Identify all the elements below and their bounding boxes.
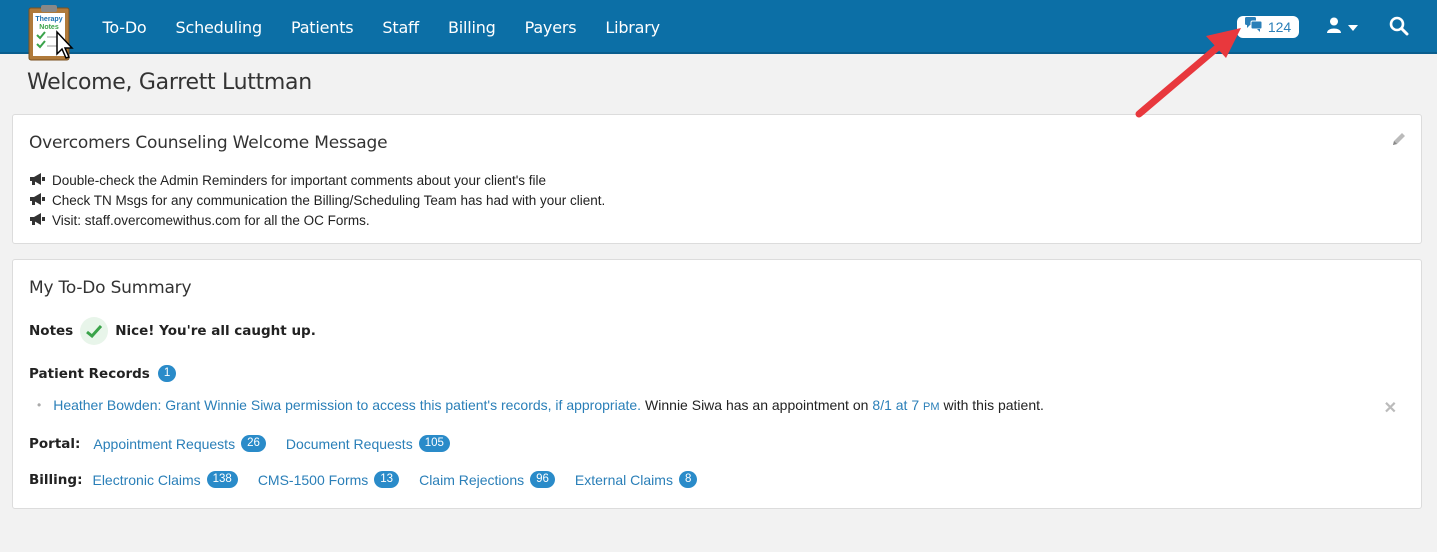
search-button[interactable]	[1389, 16, 1411, 38]
document-requests-count: 105	[418, 435, 450, 452]
nav-patients[interactable]: Patients	[276, 18, 367, 37]
nav-library[interactable]: Library	[591, 18, 675, 37]
patient-records-row: Patient Records 1	[29, 365, 177, 382]
appointment-date-link[interactable]: 8/1 at 7 PM	[872, 397, 939, 413]
welcome-card-title: Overcomers Counseling Welcome Message	[29, 133, 388, 153]
notes-row: Notes Nice! You're all caught up.	[29, 317, 316, 345]
cms-1500-forms-link[interactable]: CMS-1500 Forms	[258, 472, 368, 488]
todo-summary-card: My To-Do Summary Notes Nice! You're all …	[12, 259, 1422, 509]
messages-count: 124	[1267, 19, 1292, 35]
record-text: Winnie Siwa has an appointment on	[645, 397, 869, 413]
edit-button[interactable]	[1391, 131, 1407, 147]
megaphone-icon	[29, 191, 46, 211]
electronic-claims-count: 138	[206, 471, 238, 488]
nav-scheduling[interactable]: Scheduling	[161, 18, 276, 37]
logo-text-top: Therapy	[35, 16, 62, 23]
billing-label: Billing:	[29, 471, 83, 488]
bullet: •	[37, 398, 42, 412]
portal-row: Portal: Appointment Requests 26 Document…	[29, 435, 470, 452]
notes-label: Notes	[29, 323, 74, 339]
chat-bubbles-icon	[1244, 17, 1263, 37]
nav-payers[interactable]: Payers	[510, 18, 591, 37]
message-line: Check TN Msgs for any communication the …	[29, 191, 605, 211]
record-permission-link[interactable]: Heather Bowden: Grant Winnie Siwa permis…	[53, 397, 641, 413]
message-text: Check TN Msgs for any communication the …	[52, 193, 606, 208]
billing-link-group: Claim Rejections 96	[419, 471, 555, 488]
therapy-notes-logo[interactable]: Therapy Notes	[26, 4, 74, 62]
message-line: Double-check the Admin Reminders for imp…	[29, 171, 605, 191]
chevron-down-icon	[1348, 18, 1358, 36]
todo-card-title: My To-Do Summary	[29, 278, 192, 298]
top-navbar: Therapy Notes To-Do Scheduling Patients …	[0, 0, 1437, 61]
appointment-date: 8/1 at 7	[872, 397, 920, 413]
megaphone-icon	[29, 211, 46, 231]
billing-row: Billing: Electronic Claims 138 CMS-1500 …	[29, 471, 717, 488]
check-icon	[80, 317, 109, 345]
user-menu[interactable]	[1326, 16, 1358, 38]
welcome-message-card: Overcomers Counseling Welcome Message Do…	[12, 114, 1422, 244]
message-text: Visit: staff.overcomewithus.com for all …	[52, 213, 370, 228]
cms-1500-forms-count: 13	[374, 471, 400, 488]
nav-todo[interactable]: To-Do	[88, 18, 161, 37]
messages-button[interactable]: 124	[1237, 16, 1299, 38]
nav-staff[interactable]: Staff	[368, 18, 434, 37]
billing-link-group: CMS-1500 Forms 13	[258, 471, 400, 488]
claim-rejections-link[interactable]: Claim Rejections	[419, 472, 524, 488]
pencil-icon	[1391, 133, 1407, 151]
appointment-requests-link[interactable]: Appointment Requests	[93, 436, 235, 452]
welcome-message-body: Double-check the Admin Reminders for imp…	[29, 171, 605, 231]
electronic-claims-link[interactable]: Electronic Claims	[92, 472, 200, 488]
list-item: • Heather Bowden: Grant Winnie Siwa perm…	[37, 397, 1044, 413]
user-icon	[1326, 17, 1342, 38]
message-line: Visit: staff.overcomewithus.com for all …	[29, 211, 605, 231]
portal-label: Portal:	[29, 435, 81, 452]
portal-link-group: Appointment Requests 26	[93, 435, 266, 452]
logo-text-bottom: Notes	[39, 24, 59, 31]
billing-link-group: Electronic Claims 138	[92, 471, 238, 488]
billing-link-group: External Claims 8	[575, 471, 698, 488]
external-claims-count: 8	[678, 471, 698, 488]
record-text: with this patient.	[943, 397, 1044, 413]
message-text: Double-check the Admin Reminders for imp…	[52, 173, 547, 188]
notes-status: Nice! You're all caught up.	[115, 323, 316, 339]
search-icon	[1389, 16, 1409, 40]
appointment-ampm: PM	[923, 401, 940, 413]
megaphone-icon	[29, 171, 46, 191]
external-claims-link[interactable]: External Claims	[575, 472, 673, 488]
patient-records-label: Patient Records	[29, 365, 150, 382]
document-requests-link[interactable]: Document Requests	[286, 436, 413, 452]
nav-billing[interactable]: Billing	[433, 18, 510, 37]
patient-records-count: 1	[157, 365, 177, 382]
dismiss-icon[interactable]: ✕	[1384, 398, 1397, 418]
portal-link-group: Document Requests 105	[286, 435, 450, 452]
appointment-requests-count: 26	[241, 435, 266, 452]
claim-rejections-count: 96	[530, 471, 555, 488]
main-nav: To-Do Scheduling Patients Staff Billing …	[88, 0, 674, 54]
page-title: Welcome, Garrett Luttman	[27, 70, 312, 95]
